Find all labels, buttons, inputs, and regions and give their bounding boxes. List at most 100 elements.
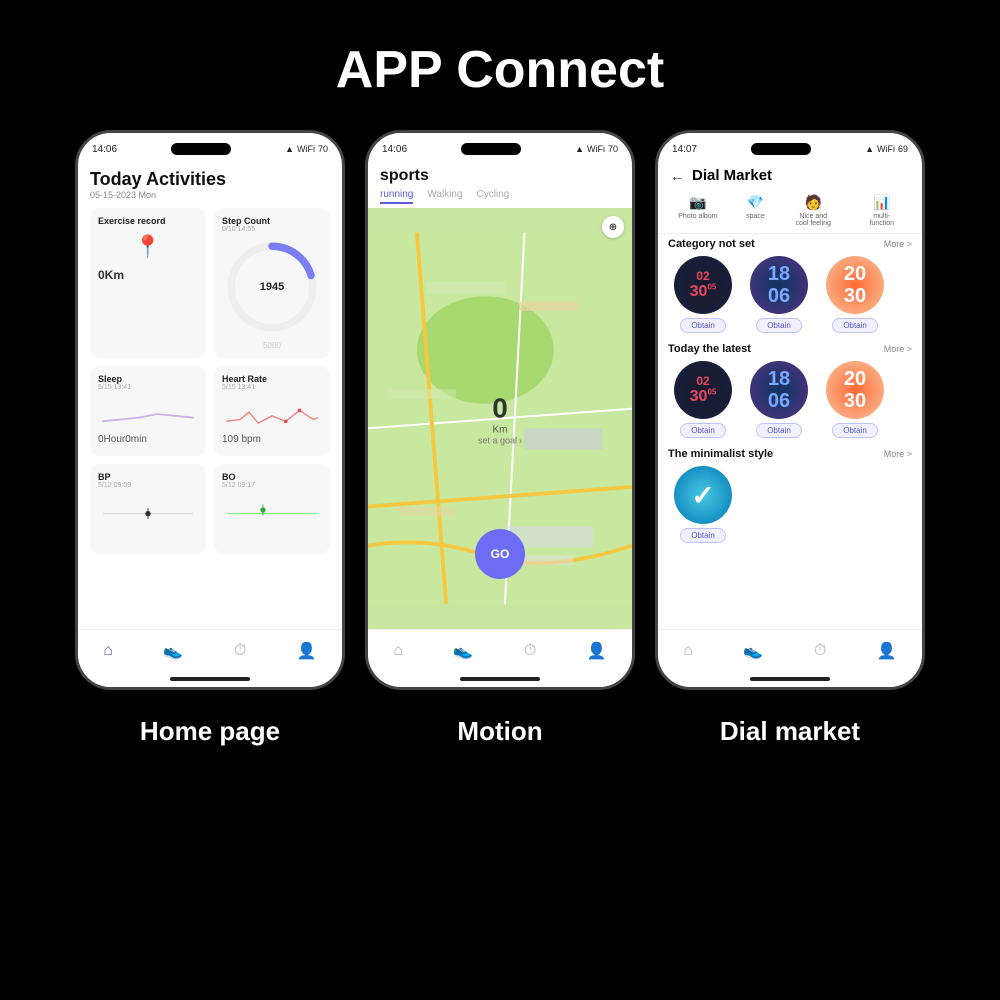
dial-face-2[interactable]: 1806 — [750, 256, 808, 314]
nav-activity-icon[interactable]: 👟 — [163, 641, 183, 661]
motion-bottom-nav[interactable]: ⌂ 👟 ⏱ 👤 — [368, 629, 632, 671]
multi-icon: 📊 — [873, 194, 890, 211]
km-overlay: 0 Km set a goal › — [478, 392, 522, 445]
km-value: 0 — [478, 392, 522, 424]
go-button[interactable]: GO — [475, 529, 525, 579]
obtain-btn-4[interactable]: Obtain — [680, 423, 726, 438]
back-button[interactable]: ← — [670, 168, 684, 184]
motion-title: sports — [380, 167, 620, 185]
home-cards-grid: Exercise record 📍 0Km Step Count 0/10 14… — [90, 208, 330, 554]
obtain-btn-6[interactable]: Obtain — [832, 423, 878, 438]
tab-running[interactable]: running — [380, 189, 413, 204]
home-time: 14:06 — [92, 144, 117, 155]
dial-phone-wrapper: 14:07 ▲ WiFi 69 ← Dial Market 📷 — [655, 130, 925, 747]
step-goal: 5000 — [222, 341, 322, 350]
dial-item-4: 023005 Obtain — [668, 361, 738, 438]
dial-face-5[interactable]: 1806 — [750, 361, 808, 419]
dial-categories: 📷 Photo album 💎 space 🧑 Nice and cool fe… — [658, 188, 922, 234]
nav-home-icon[interactable]: ⌂ — [103, 642, 113, 660]
section2-title: Today the latest — [668, 343, 751, 355]
photo-icon: 📷 — [689, 194, 706, 211]
section2-items: 023005 Obtain 1806 Obtain — [668, 361, 912, 438]
nav-user-icon[interactable]: 👤 — [297, 641, 317, 661]
motion-nav-clock[interactable]: ⏱ — [524, 642, 536, 660]
cat-space[interactable]: 💎 space — [746, 194, 765, 227]
motion-nav-home[interactable]: ⌂ — [393, 642, 403, 660]
dial-phone-label: Dial market — [720, 716, 860, 747]
bo-card: BO 5/12 09:17 — [214, 464, 330, 554]
dial-face-1[interactable]: 023005 — [674, 256, 732, 314]
dial-face-3[interactable]: 2030 — [826, 256, 884, 314]
motion-tabs[interactable]: running Walking Cycling — [380, 189, 620, 204]
dial-nav-clock[interactable]: ⏱ — [814, 642, 826, 660]
obtain-btn-2[interactable]: Obtain — [756, 318, 802, 333]
section1-title: Category not set — [668, 238, 755, 250]
dial-status-bar: 14:07 ▲ WiFi 69 — [658, 133, 922, 161]
cat-multi-label: multi-function — [862, 213, 902, 227]
section3-items: ✓ Obtain — [668, 466, 912, 543]
section1-items: 023005 Obtain 1806 Obtain — [668, 256, 912, 333]
motion-phone: 14:06 ▲ WiFi 70 sports running Walking C… — [365, 130, 635, 690]
dial-face-6[interactable]: 2030 — [826, 361, 884, 419]
cat-multifunction[interactable]: 📊 multi-function — [862, 194, 902, 227]
motion-nav-activity[interactable]: 👟 — [453, 641, 473, 661]
heart-rate-card: Heart Rate 5/15 13:41 109 bpm — [214, 366, 330, 456]
dial-face-4[interactable]: 023005 — [674, 361, 732, 419]
location-icon: 📍 — [134, 234, 161, 259]
step-circle-container: 1945 — [222, 237, 322, 337]
motion-phone-label: Motion — [457, 716, 542, 747]
home-bottom-nav[interactable]: ⌂ 👟 ⏱ 👤 — [78, 629, 342, 671]
home-phone: 14:06 ▲ WiFi 70 Today Activities 05-15-2… — [75, 130, 345, 690]
home-indicator — [78, 671, 342, 687]
nav-clock-icon[interactable]: ⏱ — [234, 642, 246, 660]
dial-item-6: 2030 Obtain — [820, 361, 890, 438]
bo-graph — [222, 501, 322, 519]
dial-battery: 69 — [898, 144, 908, 154]
dial-bottom-nav[interactable]: ⌂ 👟 ⏱ 👤 — [658, 629, 922, 671]
sleep-graph — [98, 403, 198, 425]
cat-photo-label: Photo album — [678, 213, 717, 220]
dial-nav-user[interactable]: 👤 — [877, 641, 897, 661]
motion-wifi: WiFi — [587, 144, 605, 154]
page-title: APP Connect — [0, 0, 1000, 130]
bp-graph — [98, 501, 198, 519]
home-date: 05-15-2023 Mon — [90, 190, 330, 200]
tab-cycling[interactable]: Cycling — [477, 189, 510, 204]
map-area: ⊕ 0 Km set a goal › GO — [368, 208, 632, 629]
locate-button[interactable]: ⊕ — [602, 216, 624, 238]
dial-face-7[interactable]: ✓ — [674, 466, 732, 524]
dial-item-3: 2030 Obtain — [820, 256, 890, 333]
cat-photo-album[interactable]: 📷 Photo album — [678, 194, 717, 227]
dial-nav-home[interactable]: ⌂ — [683, 642, 693, 660]
section1-more[interactable]: More > — [884, 239, 912, 249]
home-battery-icon: 70 — [318, 144, 328, 154]
cat-space-label: space — [746, 213, 765, 220]
section3-more[interactable]: More > — [884, 449, 912, 459]
obtain-btn-1[interactable]: Obtain — [680, 318, 726, 333]
dial-title: Dial Market — [692, 167, 772, 184]
home-content: Today Activities 05-15-2023 Mon Exercise… — [78, 161, 342, 629]
section-today-latest: Today the latest More > 023005 Obtain — [658, 339, 922, 444]
space-icon: 💎 — [747, 194, 764, 211]
tab-walking[interactable]: Walking — [427, 189, 462, 204]
dial-scroll-area[interactable]: Category not set More > 023005 Obtain — [658, 234, 922, 629]
step-count-card: Step Count 0/10 14:55 1945 5000 — [214, 208, 330, 358]
section-category-not-set: Category not set More > 023005 Obtain — [658, 234, 922, 339]
motion-nav-user[interactable]: 👤 — [587, 641, 607, 661]
obtain-btn-3[interactable]: Obtain — [832, 318, 878, 333]
home-phone-label: Home page — [140, 716, 280, 747]
dial-nav-activity[interactable]: 👟 — [743, 641, 763, 661]
dial-item-2: 1806 Obtain — [744, 256, 814, 333]
dial-phone: 14:07 ▲ WiFi 69 ← Dial Market 📷 — [655, 130, 925, 690]
home-signal-icon: ▲ — [285, 144, 294, 154]
motion-header: sports running Walking Cycling — [368, 161, 632, 208]
motion-signal: ▲ — [575, 144, 584, 154]
obtain-btn-5[interactable]: Obtain — [756, 423, 802, 438]
obtain-btn-7[interactable]: Obtain — [680, 528, 726, 543]
section2-more[interactable]: More > — [884, 344, 912, 354]
cat-cool[interactable]: 🧑 Nice and cool feeling — [793, 194, 833, 227]
set-goal[interactable]: set a goal › — [478, 435, 522, 445]
heart-graph — [222, 403, 322, 425]
dial-home-indicator — [658, 671, 922, 687]
section3-title: The minimalist style — [668, 448, 773, 460]
